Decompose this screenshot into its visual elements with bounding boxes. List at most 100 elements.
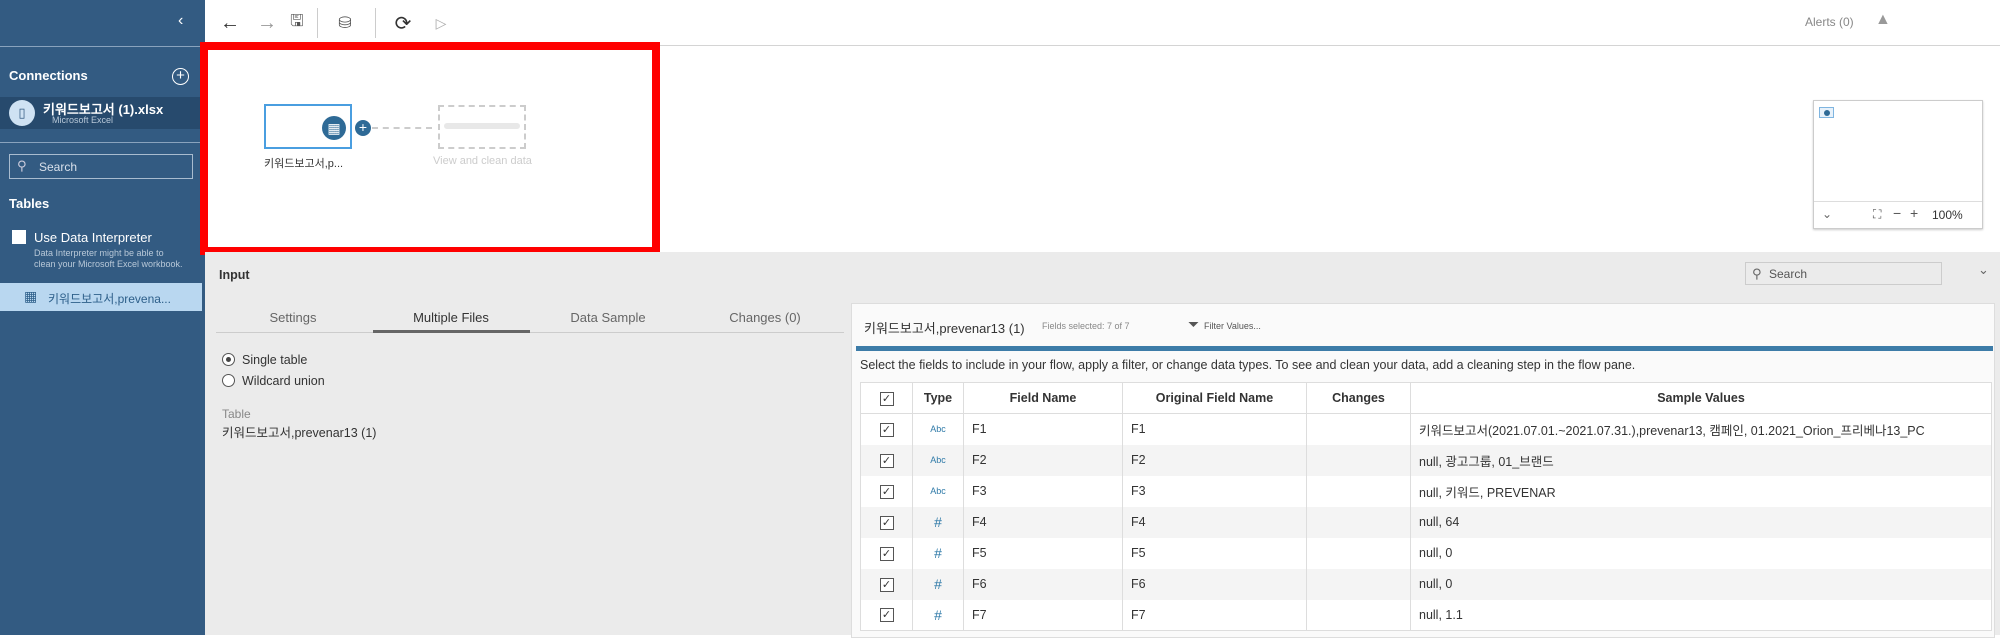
interpreter-help: Data Interpreter might be able to bbox=[34, 248, 164, 258]
original-field-name: F3 bbox=[1122, 475, 1307, 507]
field-checkbox[interactable]: ✓ bbox=[879, 484, 894, 499]
panel-title: Input bbox=[219, 268, 250, 282]
table-item[interactable]: ▦ 키워드보고서,prevena... bbox=[0, 283, 202, 311]
fields-selected: Fields selected: 7 of 7 bbox=[1042, 321, 1130, 331]
field-checkbox[interactable]: ✓ bbox=[879, 546, 894, 561]
toolbar: ← → 🖫 ⛁ ⟳ ▷ Alerts (0) ▲ bbox=[205, 0, 2000, 46]
tab-data-sample[interactable]: Data Sample bbox=[533, 310, 683, 325]
back-arrow-icon[interactable]: ← bbox=[217, 10, 243, 36]
placeholder-label: View and clean data bbox=[433, 155, 532, 167]
search-icon: ⚲ bbox=[1752, 266, 1762, 281]
table-row: ✓ Abc F2 F2 null, 광고그룹, 01_브랜드 bbox=[860, 444, 1992, 476]
fields-panel: 키워드보고서,prevenar13 (1) Fields selected: 7… bbox=[851, 303, 1995, 638]
field-name[interactable]: F5 bbox=[963, 537, 1123, 569]
single-table-label: Single table bbox=[242, 353, 308, 367]
zoom-out-icon[interactable]: − bbox=[1893, 205, 1901, 221]
table-row: ✓ Abc F1 F1 키워드보고서(2021.07.01.~2021.07.3… bbox=[860, 413, 1992, 445]
pause-data-icon[interactable]: ⛁ bbox=[332, 10, 358, 36]
zoom-in-icon[interactable]: + bbox=[1910, 205, 1918, 221]
flow-canvas: ▦ + 키워드보고서,p... View and clean data ⌄ ⛶ … bbox=[200, 42, 2000, 255]
field-changes bbox=[1306, 413, 1411, 445]
field-checkbox[interactable]: ✓ bbox=[879, 422, 894, 437]
add-step-icon[interactable]: + bbox=[355, 120, 371, 136]
chevron-down-icon[interactable]: ⌄ bbox=[1822, 207, 1832, 221]
field-name[interactable]: F2 bbox=[963, 444, 1123, 476]
save-icon[interactable]: 🖫 bbox=[284, 10, 310, 36]
forward-arrow-icon[interactable]: → bbox=[254, 10, 280, 36]
field-checkbox[interactable]: ✓ bbox=[879, 515, 894, 530]
select-all-checkbox[interactable]: ✓ bbox=[879, 391, 894, 406]
single-table-radio[interactable] bbox=[222, 353, 235, 366]
refresh-icon[interactable]: ⟳ bbox=[390, 10, 416, 36]
field-name[interactable]: F3 bbox=[963, 475, 1123, 507]
table-grid-icon: ▦ bbox=[24, 288, 38, 304]
column-header: Sample Values bbox=[1410, 382, 1992, 414]
column-header: Type bbox=[912, 382, 964, 414]
search-icon: ⚲ bbox=[17, 158, 27, 173]
number-type-icon[interactable]: # bbox=[912, 568, 964, 600]
fields-table: ✓ Type Field Name Original Field Name Ch… bbox=[860, 382, 1992, 631]
field-checkbox[interactable]: ✓ bbox=[879, 453, 894, 468]
field-checkbox[interactable]: ✓ bbox=[879, 577, 894, 592]
connection-item[interactable]: ▯ 키워드보고서 (1).xlsx Microsoft Excel bbox=[0, 97, 200, 129]
table-grid-icon: ▦ bbox=[322, 116, 346, 140]
original-field-name: F5 bbox=[1122, 537, 1307, 569]
column-header: Changes bbox=[1306, 382, 1411, 414]
sample-values: null, 64 bbox=[1410, 506, 1992, 538]
field-name[interactable]: F1 bbox=[963, 413, 1123, 445]
chevron-left-icon[interactable]: ‹ bbox=[178, 12, 183, 30]
fields-title: 키워드보고서,prevenar13 (1) bbox=[864, 321, 1025, 336]
filter-icon[interactable]: ⏷ bbox=[1188, 316, 1199, 333]
tab-multiple-files[interactable]: Multiple Files bbox=[376, 310, 526, 325]
field-changes bbox=[1306, 475, 1411, 507]
sidebar-search-input[interactable]: ⚲ Search bbox=[9, 154, 193, 179]
number-type-icon[interactable]: # bbox=[912, 506, 964, 538]
input-panel: Input ⚲ Search ⌄ Settings Multiple Files… bbox=[205, 252, 2000, 638]
tab-changes[interactable]: Changes (0) bbox=[690, 310, 840, 325]
fields-description: Select the fields to include in your flo… bbox=[860, 358, 1636, 372]
field-changes bbox=[1306, 537, 1411, 569]
sample-values: 키워드보고서(2021.07.01.~2021.07.31.),prevenar… bbox=[1410, 413, 1992, 445]
search-placeholder: Search bbox=[39, 160, 78, 174]
original-field-name: F2 bbox=[1122, 444, 1307, 476]
field-checkbox[interactable]: ✓ bbox=[879, 608, 894, 623]
original-field-name: F4 bbox=[1122, 506, 1307, 538]
field-name[interactable]: F4 bbox=[963, 506, 1123, 538]
wildcard-union-radio[interactable] bbox=[222, 374, 235, 387]
minimap[interactable]: ⌄ ⛶ − + 100% bbox=[1813, 100, 1983, 229]
search-placeholder: Search bbox=[1769, 267, 1808, 281]
data-interpreter-checkbox[interactable] bbox=[12, 230, 26, 244]
alerts-link[interactable]: Alerts (0) bbox=[1805, 15, 1854, 29]
number-type-icon[interactable]: # bbox=[912, 599, 964, 631]
field-name[interactable]: F6 bbox=[963, 568, 1123, 600]
string-type-icon[interactable]: Abc bbox=[912, 475, 964, 507]
original-field-name: F6 bbox=[1122, 568, 1307, 600]
active-tab-indicator bbox=[373, 330, 530, 333]
tab-settings[interactable]: Settings bbox=[218, 310, 368, 325]
data-interpreter-label: Use Data Interpreter bbox=[34, 230, 152, 245]
field-changes bbox=[1306, 506, 1411, 538]
select-all-header[interactable]: ✓ bbox=[860, 382, 913, 414]
table-row: ✓ # F6 F6 null, 0 bbox=[860, 568, 1992, 600]
header-accent-bar bbox=[856, 346, 1993, 351]
sample-values: null, 0 bbox=[1410, 568, 1992, 600]
add-connection-icon[interactable]: + bbox=[172, 68, 189, 85]
zoom-level: 100% bbox=[1932, 208, 1963, 222]
collapse-panel-icon[interactable]: ⌄ bbox=[1978, 262, 1989, 278]
fit-icon[interactable]: ⛶ bbox=[1873, 207, 1881, 222]
run-icon[interactable]: ▷ bbox=[428, 10, 454, 36]
table-value: 키워드보고서,prevenar13 (1) bbox=[222, 426, 377, 440]
string-type-icon[interactable]: Abc bbox=[912, 444, 964, 476]
connections-label: Connections bbox=[9, 68, 88, 83]
field-name[interactable]: F7 bbox=[963, 599, 1123, 631]
field-changes bbox=[1306, 444, 1411, 476]
panel-search-input[interactable]: ⚲ Search bbox=[1745, 262, 1942, 285]
string-type-icon[interactable]: Abc bbox=[912, 413, 964, 445]
table-row: ✓ Abc F3 F3 null, 키워드, PREVENAR bbox=[860, 475, 1992, 507]
number-type-icon[interactable]: # bbox=[912, 537, 964, 569]
table-row: ✓ # F7 F7 null, 1.1 bbox=[860, 599, 1992, 631]
filter-values-button[interactable]: Filter Values... bbox=[1204, 321, 1261, 331]
column-header: Field Name bbox=[963, 382, 1123, 414]
clean-step-placeholder[interactable] bbox=[438, 105, 526, 149]
interpreter-help-2: clean your Microsoft Excel workbook. bbox=[34, 259, 183, 269]
